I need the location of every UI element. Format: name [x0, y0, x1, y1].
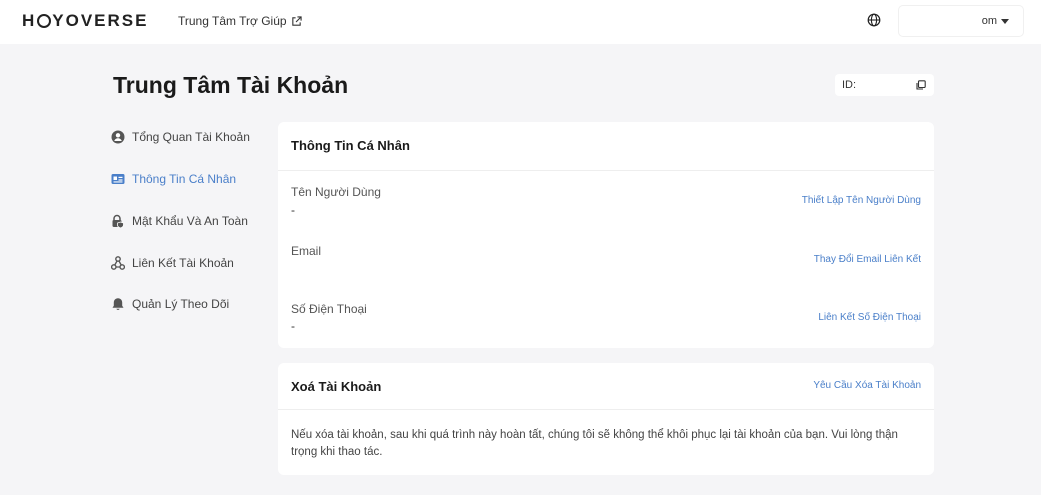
sidebar-item-account-overview[interactable]: Tổng Quan Tài Khoản	[111, 127, 250, 147]
delete-account-description: Nếu xóa tài khoản, sau khi quá trình này…	[291, 429, 898, 458]
external-link-icon	[291, 15, 302, 26]
id-card-icon	[111, 174, 125, 184]
logo-ring-icon	[37, 14, 52, 28]
lock-shield-icon	[112, 214, 124, 228]
logo-text-left: H	[22, 11, 37, 30]
caret-down-icon	[1001, 19, 1009, 24]
set-username-link[interactable]: Thiết Lập Tên Người Dùng	[802, 195, 921, 206]
username-field-value: -	[291, 203, 295, 217]
sidebar-item-linked-accounts[interactable]: Liên Kết Tài Khoản	[111, 253, 234, 273]
sidebar-item-label: Tổng Quan Tài Khoản	[132, 130, 250, 144]
delete-account-title: Xoá Tài Khoản	[291, 379, 382, 394]
top-bar: H YOVERSE Trung Tâm Trợ Giúp om	[0, 0, 1041, 44]
account-id-label: ID:	[842, 79, 857, 91]
sidebar-item-follow-management[interactable]: Quản Lý Theo Dõi	[111, 294, 229, 314]
sidebar-item-label: Thông Tin Cá Nhân	[132, 172, 237, 186]
globe-icon[interactable]	[867, 13, 881, 27]
email-field-label: Email	[291, 244, 322, 258]
help-center-label: Trung Tâm Trợ Giúp	[178, 14, 287, 28]
user-menu[interactable]: om	[899, 6, 1023, 36]
copy-icon[interactable]	[916, 80, 926, 90]
page-title: Trung Tâm Tài Khoản	[113, 72, 349, 98]
hoyoverse-logo[interactable]: H YOVERSE	[22, 11, 148, 31]
card-divider	[278, 170, 934, 171]
personal-info-title: Thông Tin Cá Nhân	[291, 138, 410, 153]
link-nodes-icon	[111, 256, 125, 270]
sidebar-item-label: Liên Kết Tài Khoản	[132, 256, 234, 270]
sidebar-item-label: Mật Khẩu Và An Toàn	[132, 214, 248, 228]
logo-text-right: YOVERSE	[52, 11, 149, 30]
username-field-label: Tên Người Dùng	[291, 185, 381, 199]
card-divider	[278, 409, 934, 410]
link-phone-link[interactable]: Liên Kết Số Điện Thoại	[818, 312, 921, 323]
change-email-link[interactable]: Thay Đổi Email Liên Kết	[814, 254, 921, 265]
phone-field-value: -	[291, 319, 295, 333]
sidebar-item-personal-info[interactable]: Thông Tin Cá Nhân	[111, 169, 236, 189]
help-center-link[interactable]: Trung Tâm Trợ Giúp	[178, 14, 302, 28]
personal-info-card: Thông Tin Cá Nhân Tên Người Dùng - Thiết…	[278, 122, 934, 348]
sidebar-item-label: Quản Lý Theo Dõi	[132, 297, 230, 311]
bell-icon	[112, 298, 124, 311]
request-delete-link[interactable]: Yêu Cầu Xóa Tài Khoản	[813, 380, 921, 391]
sidebar-item-password-security[interactable]: Mật Khẩu Và An Toàn	[111, 211, 248, 231]
phone-field-label: Số Điện Thoại	[291, 302, 367, 316]
account-id-box: ID:	[835, 74, 934, 96]
user-circle-icon	[111, 130, 125, 144]
delete-account-card: Xoá Tài Khoản Yêu Cầu Xóa Tài Khoản Nếu …	[278, 363, 934, 475]
username-label: om	[981, 15, 997, 27]
